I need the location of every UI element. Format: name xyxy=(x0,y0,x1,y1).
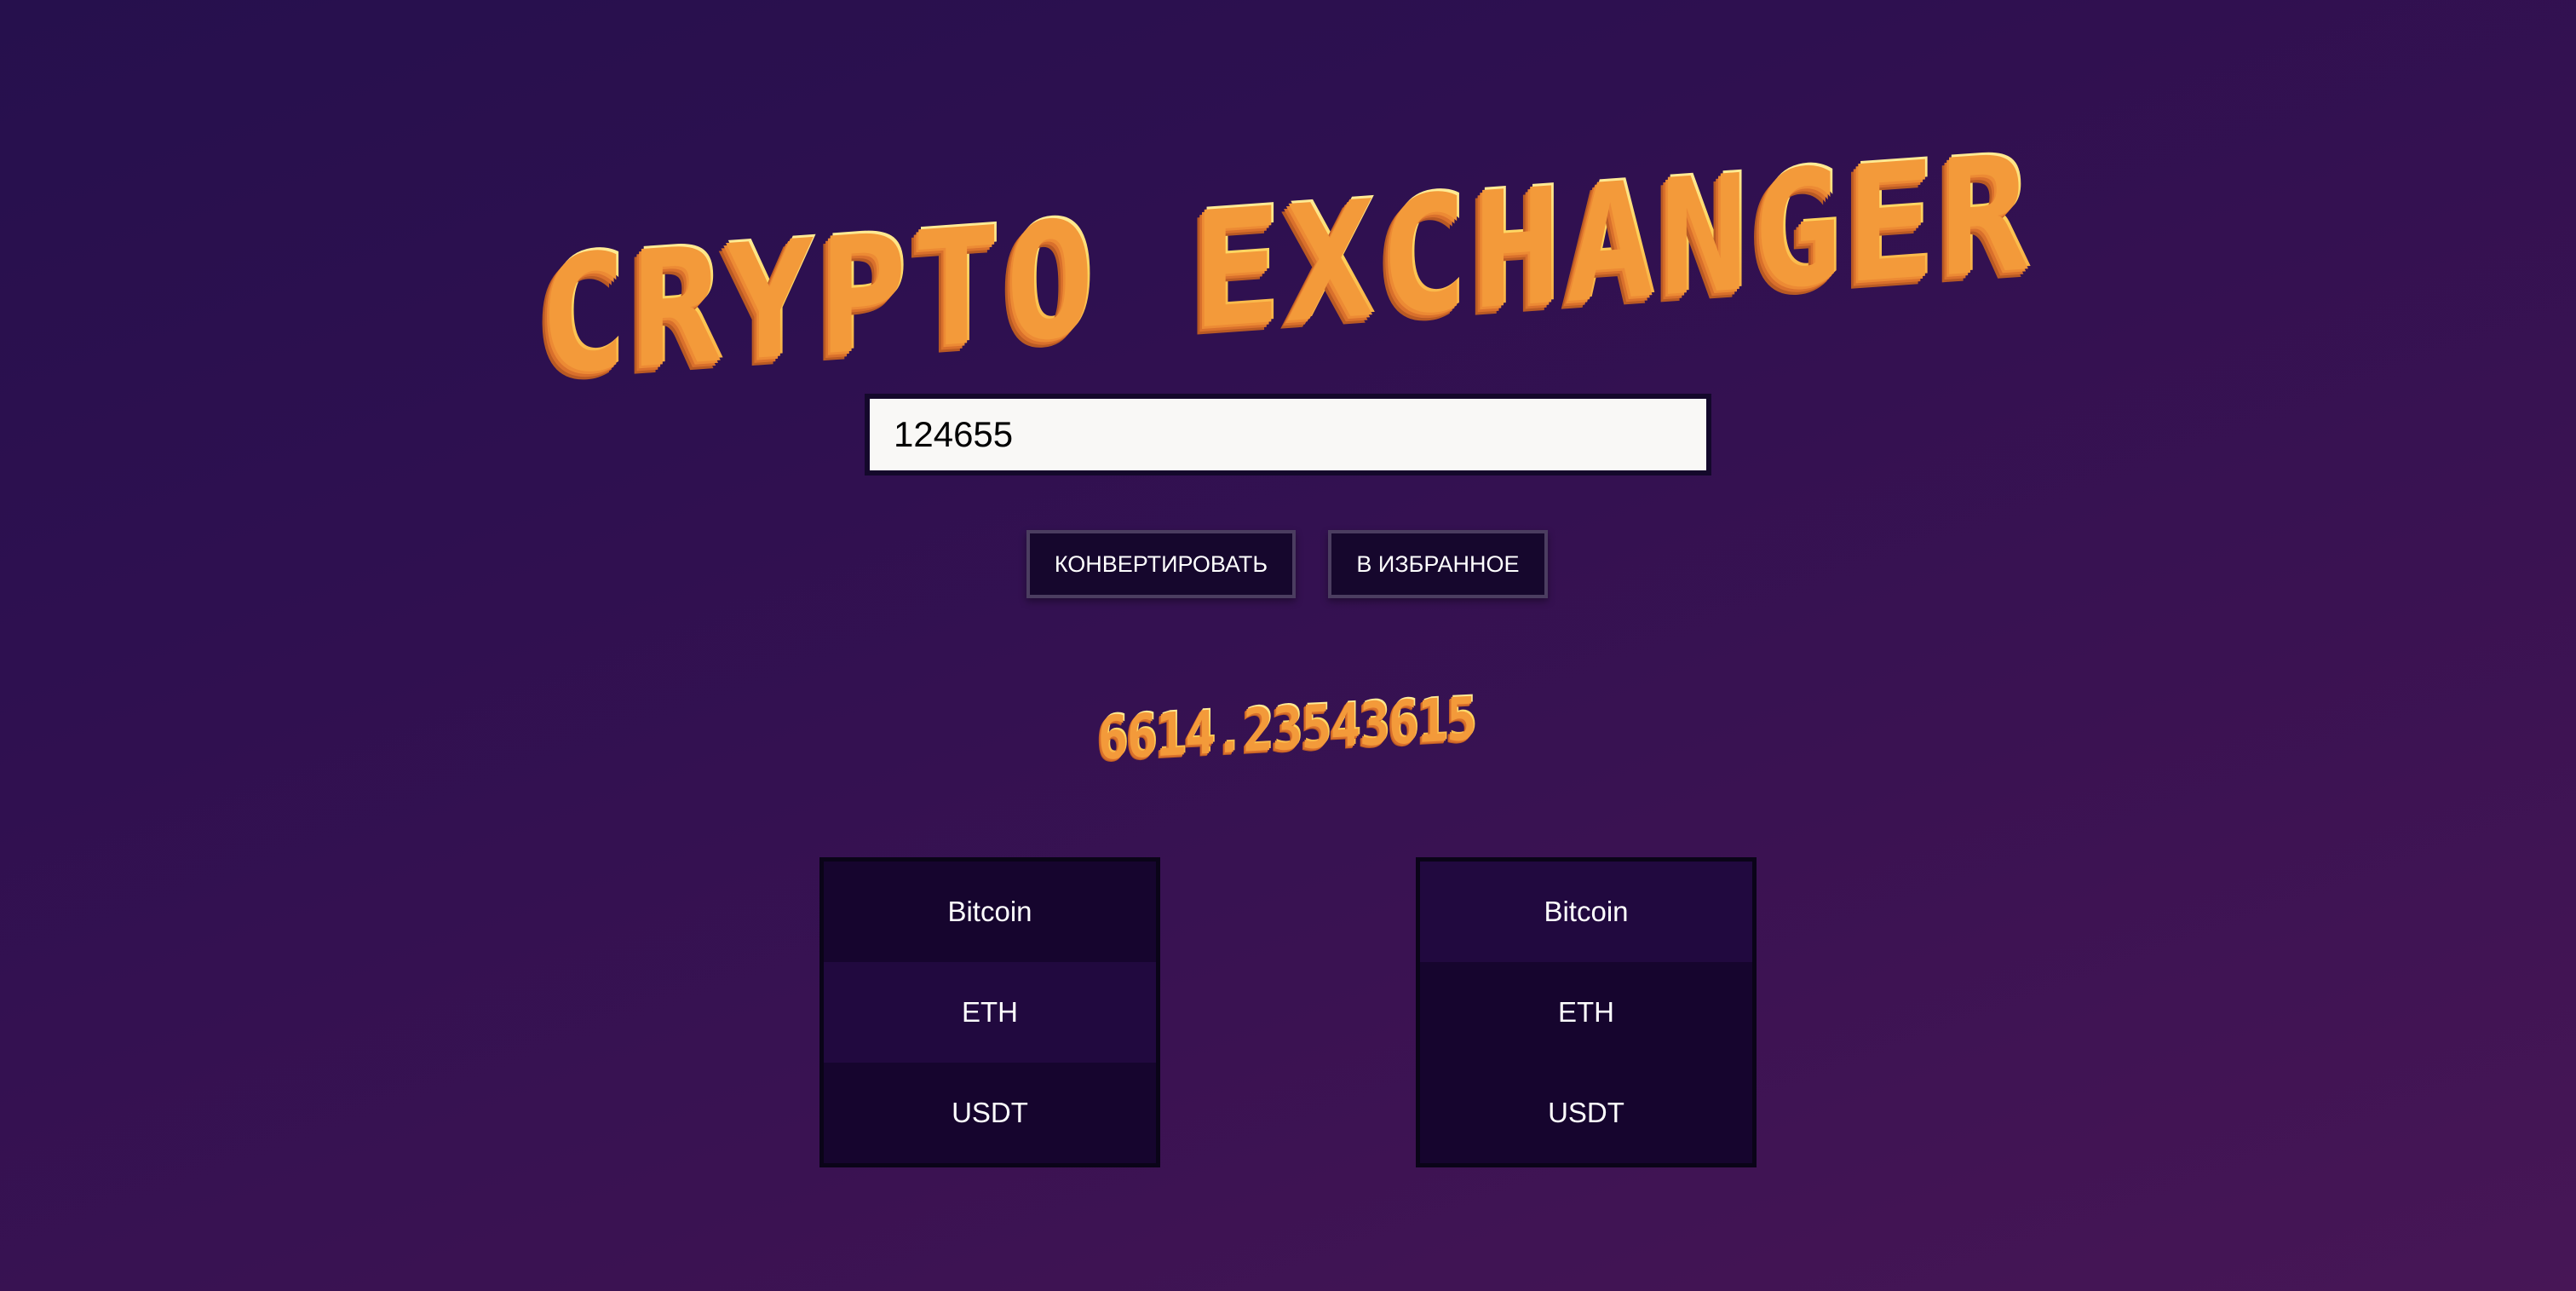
from-currency-item-eth[interactable]: ETH xyxy=(824,962,1156,1063)
app-title: CRYPTO EXCHANGER xyxy=(103,101,2473,427)
add-to-favorites-button[interactable]: В ИЗБРАННОЕ xyxy=(1328,530,1548,598)
to-currency-item-bitcoin[interactable]: Bitcoin xyxy=(1420,862,1752,962)
to-currency-list: Bitcoin ETH USDT xyxy=(1416,857,1757,1167)
from-currency-item-usdt[interactable]: USDT xyxy=(824,1063,1156,1163)
conversion-result: 6614.23543615 xyxy=(193,640,2383,815)
convert-button[interactable]: КОНВЕРТИРОВАТЬ xyxy=(1026,530,1296,598)
app-root: CRYPTO EXCHANGER КОНВЕРТИРОВАТЬ В ИЗБРАН… xyxy=(0,0,2576,1291)
to-currency-item-usdt[interactable]: USDT xyxy=(1420,1063,1752,1163)
from-currency-list: Bitcoin ETH USDT xyxy=(819,857,1160,1167)
amount-input[interactable] xyxy=(865,394,1711,475)
from-currency-item-bitcoin[interactable]: Bitcoin xyxy=(824,862,1156,962)
to-currency-item-eth[interactable]: ETH xyxy=(1420,962,1752,1063)
